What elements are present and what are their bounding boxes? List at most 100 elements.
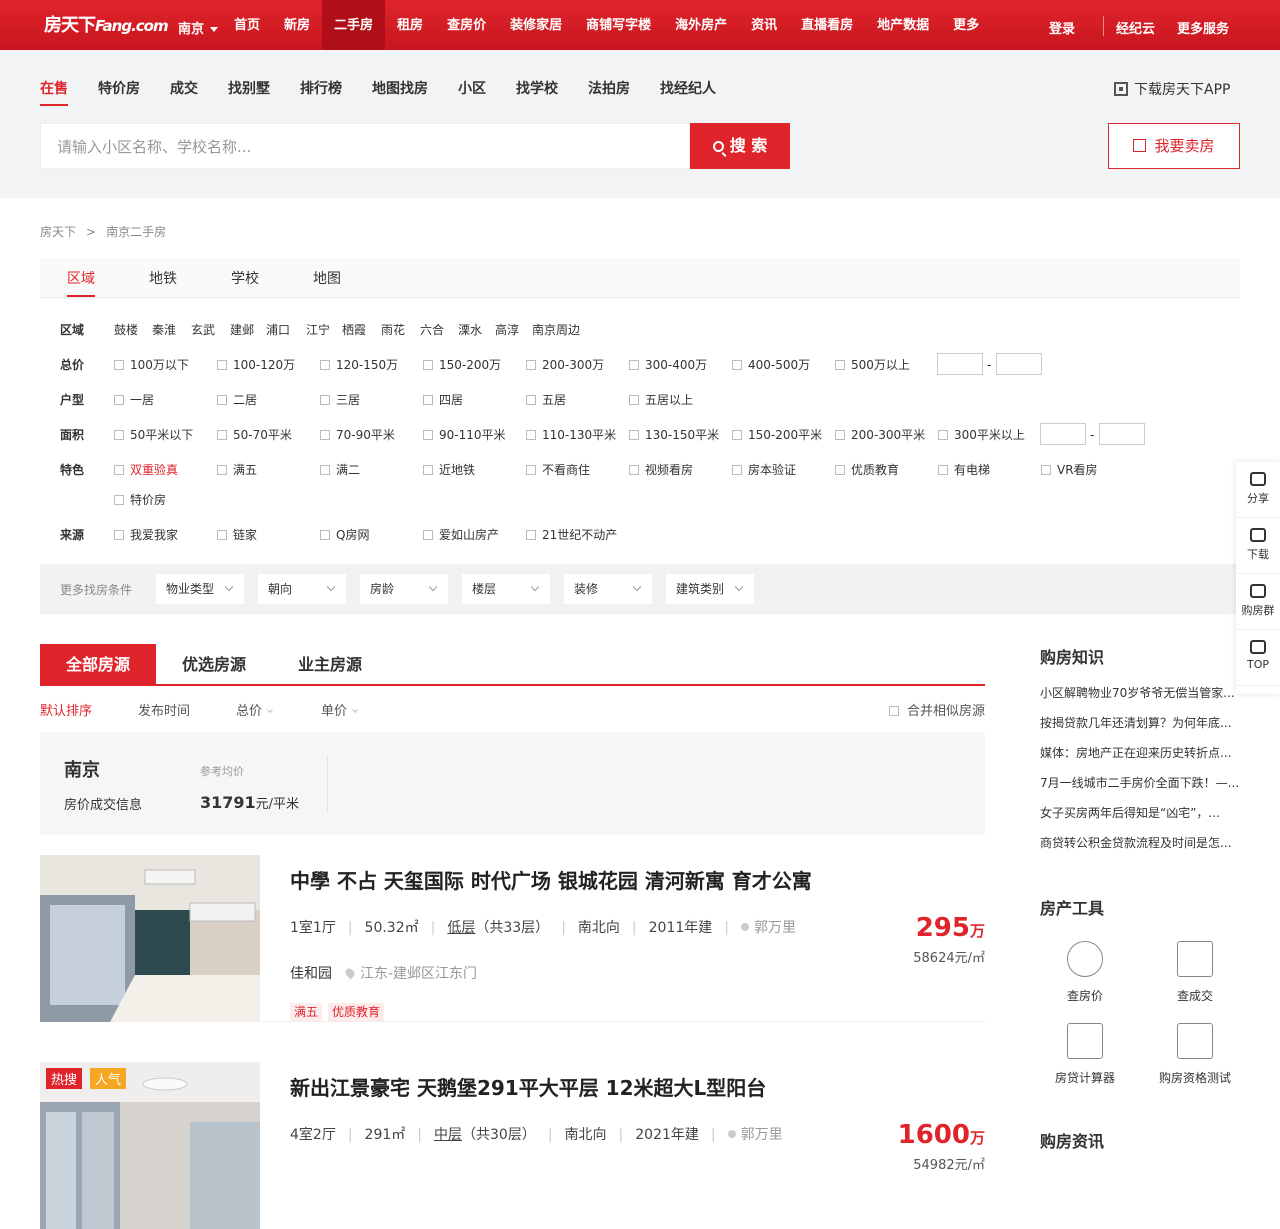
filter-option[interactable]: 秦淮 — [152, 320, 176, 340]
listing-title[interactable]: 新出江景豪宅 天鹅堡291平大平层 12米超大L型阳台 — [290, 1072, 766, 1101]
more-services-link[interactable]: 更多服务 — [1177, 18, 1229, 37]
filter-option[interactable]: 雨花 — [381, 320, 405, 340]
subnav-item[interactable]: 小区 — [458, 78, 486, 106]
sell-house-button[interactable]: 我要卖房 — [1108, 123, 1240, 169]
checkbox[interactable] — [114, 530, 124, 540]
listing-photo[interactable] — [40, 855, 260, 1022]
listing-title[interactable]: 中學 不占 天玺国际 时代广场 银城花园 清河新寓 育才公寓 — [290, 865, 812, 894]
filter-option[interactable]: 90-110平米 — [423, 425, 506, 445]
city-selector[interactable]: 南京 — [178, 18, 219, 37]
float-back-to-top[interactable]: TOP — [1236, 630, 1280, 686]
filter-option[interactable]: 爱如山房产 — [423, 525, 499, 545]
checkbox[interactable] — [423, 530, 433, 540]
knowledge-link[interactable]: 按揭贷款几年还清划算？为何年底... — [1040, 708, 1240, 738]
filter-option[interactable]: 链家 — [217, 525, 257, 545]
checkbox[interactable] — [114, 360, 124, 370]
filter-option[interactable]: 有电梯 — [938, 460, 990, 480]
merge-similar-toggle[interactable]: 合并相似房源 — [888, 700, 985, 719]
checkbox[interactable] — [423, 465, 433, 475]
checkbox[interactable] — [629, 395, 639, 405]
nav-item[interactable]: 查房价 — [435, 0, 498, 50]
login-link[interactable]: 登录 — [1049, 18, 1075, 37]
breadcrumb-item[interactable]: 南京二手房 — [106, 225, 166, 239]
checkbox[interactable] — [938, 465, 948, 475]
checkbox[interactable] — [526, 530, 536, 540]
filter-option[interactable]: 江宁 — [306, 320, 330, 340]
filter-tab[interactable]: 地铁 — [122, 258, 204, 297]
more-filter-select[interactable]: 楼层 — [462, 574, 550, 604]
filter-option[interactable]: 四居 — [423, 390, 463, 410]
checkbox[interactable] — [114, 495, 124, 505]
subnav-item[interactable]: 法拍房 — [588, 78, 630, 106]
listing-photo[interactable]: 热搜 人气 — [40, 1062, 260, 1229]
nav-item[interactable]: 更多 — [941, 0, 991, 50]
knowledge-link[interactable]: 媒体：房地产正在迎来历史转折点... — [1040, 738, 1240, 768]
checkbox[interactable] — [629, 360, 639, 370]
nav-item[interactable]: 直播看房 — [789, 0, 865, 50]
checkbox[interactable] — [423, 360, 433, 370]
filter-option[interactable]: 视频看房 — [629, 460, 693, 480]
checkbox[interactable] — [114, 465, 124, 475]
filter-option[interactable]: 浦口 — [266, 320, 290, 340]
nav-item[interactable]: 装修家居 — [498, 0, 574, 50]
filter-option[interactable]: 五居以上 — [629, 390, 693, 410]
agent-link[interactable]: 郭万里 — [727, 1127, 783, 1143]
checkbox[interactable] — [217, 395, 227, 405]
breadcrumb-item[interactable]: 房天下 — [40, 225, 76, 239]
more-filter-select[interactable]: 房龄 — [360, 574, 448, 604]
nav-item[interactable]: 海外房产 — [663, 0, 739, 50]
tool-loan-calculator[interactable]: 房贷计算器 — [1040, 1023, 1130, 1086]
tool-eligibility-test[interactable]: 购房资格测试 — [1150, 1023, 1240, 1086]
nav-item[interactable]: 商铺写字楼 — [574, 0, 663, 50]
range-max-input[interactable] — [1099, 423, 1145, 445]
checkbox[interactable] — [526, 430, 536, 440]
listing-card[interactable]: 热搜 人气 新出江景豪宅 天鹅堡291平大平层 12米超大L型阳台 4室2厅 | 2… — [40, 1062, 985, 1229]
checkbox[interactable] — [629, 430, 639, 440]
filter-option[interactable]: 130-150平米 — [629, 425, 719, 445]
float-group-chat[interactable]: 购房群 — [1236, 574, 1280, 630]
checkbox[interactable] — [526, 360, 536, 370]
filter-option[interactable]: 300-400万 — [629, 355, 707, 375]
filter-tab[interactable]: 学校 — [204, 258, 286, 297]
listing-tab[interactable]: 优选房源 — [156, 644, 272, 684]
nav-item[interactable]: 二手房 — [322, 0, 386, 50]
checkbox[interactable] — [114, 395, 124, 405]
more-filter-select[interactable]: 物业类型 — [156, 574, 244, 604]
nav-item[interactable]: 资讯 — [739, 0, 789, 50]
subnav-item[interactable]: 找经纪人 — [660, 78, 716, 106]
checkbox[interactable] — [526, 395, 536, 405]
search-input[interactable]: 请输入小区名称、学校名称... — [40, 123, 690, 169]
float-share[interactable]: 分享 — [1236, 462, 1280, 518]
filter-option[interactable]: 110-130平米 — [526, 425, 616, 445]
filter-option[interactable]: 栖霞 — [342, 320, 366, 340]
filter-option[interactable]: 六合 — [420, 320, 444, 340]
filter-option[interactable]: 优质教育 — [835, 460, 899, 480]
checkbox[interactable] — [835, 360, 845, 370]
filter-option[interactable]: 500万以上 — [835, 355, 910, 375]
filter-option[interactable]: 建邺 — [230, 320, 254, 340]
range-min-input[interactable] — [937, 353, 983, 375]
filter-option[interactable]: 二居 — [217, 390, 257, 410]
filter-option[interactable]: 70-90平米 — [320, 425, 395, 445]
checkbox[interactable] — [320, 360, 330, 370]
checkbox[interactable] — [938, 430, 948, 440]
filter-option[interactable]: 南京周边 — [532, 320, 580, 340]
filter-option[interactable]: 房本验证 — [732, 460, 796, 480]
deal-info-link[interactable]: 房价成交信息 — [64, 794, 142, 813]
filter-option[interactable]: 150-200万 — [423, 355, 501, 375]
filter-option[interactable]: 120-150万 — [320, 355, 398, 375]
filter-option[interactable]: 鼓楼 — [114, 320, 138, 340]
filter-option[interactable]: 200-300万 — [526, 355, 604, 375]
agent-link[interactable]: 郭万里 — [740, 920, 796, 936]
subnav-item[interactable]: 排行榜 — [300, 78, 342, 106]
checkbox[interactable] — [423, 430, 433, 440]
sort-option[interactable]: 发布时间 — [138, 700, 190, 719]
checkbox[interactable] — [1041, 465, 1051, 475]
filter-option[interactable]: 一居 — [114, 390, 154, 410]
knowledge-link[interactable]: 小区解聘物业70岁爷爷无偿当管家... — [1040, 678, 1240, 708]
more-filter-select[interactable]: 朝向 — [258, 574, 346, 604]
filter-option[interactable]: VR看房 — [1041, 460, 1098, 480]
search-button[interactable]: 搜 索 — [690, 123, 790, 169]
filter-option[interactable]: 200-300平米 — [835, 425, 925, 445]
nav-item[interactable]: 首页 — [222, 0, 272, 50]
